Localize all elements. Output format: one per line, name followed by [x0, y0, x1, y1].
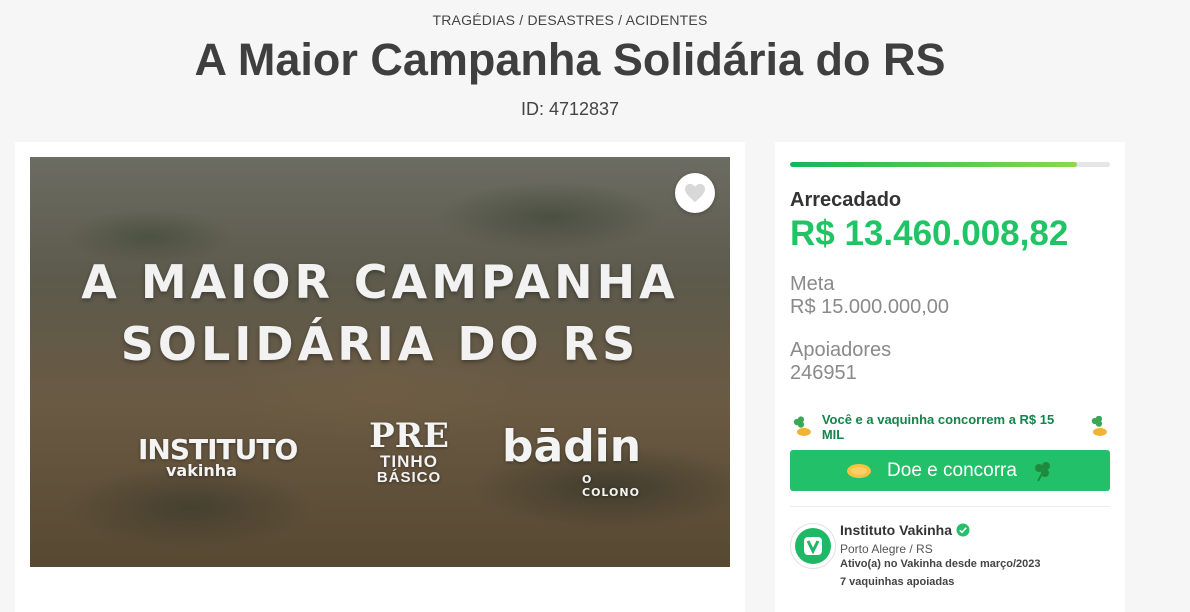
campaign-media-card: A MAIOR CAMPANHA SOLIDÁRIA DO RS INSTITU… — [15, 142, 745, 612]
supporters-value: 246951 — [790, 362, 857, 384]
hero-headline-line-2: SOLIDÁRIA DO RS — [120, 317, 640, 371]
instituto-vakinha-logo: INSTITUTO vakinha — [138, 433, 298, 480]
clover-coin-icon — [793, 416, 811, 436]
divider — [790, 506, 1110, 507]
owner-name[interactable]: Instituto Vakinha — [840, 522, 970, 538]
badin-logo-sub: O COLONO — [582, 473, 640, 499]
goal-value: R$ 15.000.000,00 — [790, 296, 950, 318]
owner-active-since: Ativo(a) no Vakinha desde março/2023 — [840, 558, 1041, 570]
heart-icon — [685, 183, 705, 203]
verified-icon — [956, 523, 970, 537]
donation-panel: Arrecadado R$ 13.460.008,82 Meta R$ 15.0… — [775, 142, 1125, 612]
owner-location: Porto Alegre / RS — [840, 542, 933, 556]
clover-icon — [1034, 461, 1050, 481]
category-breadcrumb[interactable]: TRAGÉDIAS / DESASTRES / ACIDENTES — [0, 12, 1140, 28]
prize-promo: Você e a vaquinha concorrem a R$ 15 MIL — [790, 412, 1110, 442]
vakinha-logo-icon — [795, 528, 831, 564]
raised-value: R$ 13.460.008,82 — [790, 214, 1069, 253]
instituto-logo-sub: vakinha — [166, 461, 237, 480]
coin-icon — [847, 463, 872, 478]
owner-campaign-count: 7 vaquinhas apoiadas — [840, 576, 955, 588]
favorite-button[interactable] — [675, 173, 715, 213]
raised-label: Arrecadado — [790, 189, 902, 211]
badin-logo-text: bādin — [502, 421, 642, 472]
pretinho-basico-logo: PRE TINHO BÁSICO — [368, 419, 450, 485]
pretinho-logo-line-2: TINHO — [380, 452, 438, 471]
pretinho-logo-line-1: PRE — [369, 416, 449, 456]
owner-name-text: Instituto Vakinha — [840, 522, 953, 538]
pretinho-logo-line-3: BÁSICO — [376, 469, 442, 486]
progress-bar — [790, 162, 1110, 167]
supporters-label: Apoiadores — [790, 339, 892, 361]
page-title: A Maior Campanha Solidária do RS — [194, 34, 946, 85]
goal-label: Meta — [790, 273, 835, 295]
donate-button-label: Doe e concorra — [887, 459, 1017, 481]
badin-logo: bādin O COLONO — [502, 421, 642, 499]
prize-promo-text: Você e a vaquinha concorrem a R$ 15 MIL — [821, 412, 1055, 442]
clover-coin-icon — [1091, 416, 1108, 436]
owner-avatar[interactable] — [790, 523, 836, 569]
progress-fill — [790, 162, 1078, 167]
donate-button[interactable]: Doe e concorra — [790, 450, 1110, 491]
hero-headline-line-1: A MAIOR CAMPANHA — [81, 255, 679, 309]
campaign-id: ID: 4712837 — [520, 99, 620, 119]
campaign-hero-image: A MAIOR CAMPANHA SOLIDÁRIA DO RS INSTITU… — [30, 157, 730, 567]
